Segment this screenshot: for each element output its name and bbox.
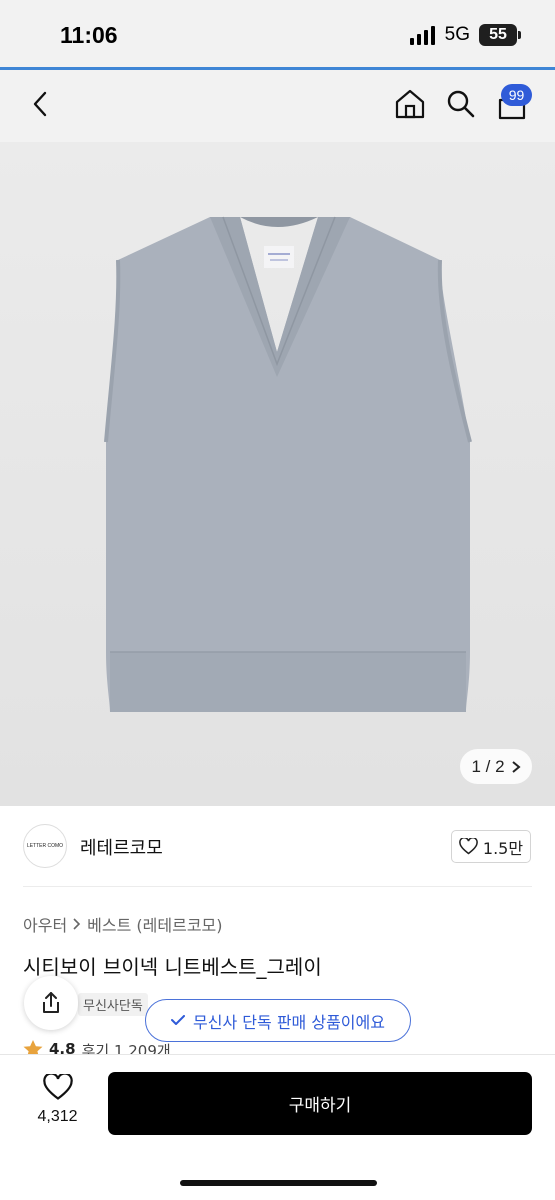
rating-score: 4.8	[49, 1040, 76, 1054]
star-icon	[23, 1040, 43, 1054]
status-bar: 11:06 5G 55	[0, 0, 555, 68]
brand-logo[interactable]: LETTER COMO	[23, 824, 67, 868]
product-image[interactable]	[0, 142, 555, 806]
battery-level: 55	[489, 26, 507, 43]
vest-image	[104, 216, 472, 712]
wish-button[interactable]	[30, 1072, 85, 1105]
share-button[interactable]	[24, 976, 78, 1030]
brand-like-count: 1.5만	[482, 838, 524, 858]
battery-icon: 55	[479, 24, 521, 46]
network-label: 5G	[444, 24, 470, 45]
exclusive-tooltip-text: 무신사 단독 판매 상품이에요	[193, 1012, 385, 1032]
heart-icon	[42, 1072, 73, 1100]
back-icon[interactable]	[28, 90, 54, 118]
breadcrumb-subcategory[interactable]: 베스트 (레테르코모)	[87, 912, 222, 936]
brand-logo-text: LETTER COMO	[26, 843, 64, 849]
section-divider	[23, 886, 532, 887]
chevron-right-icon	[73, 918, 81, 930]
exclusive-tooltip: 무신사 단독 판매 상품이에요	[145, 999, 411, 1042]
share-icon	[43, 992, 59, 1013]
status-time: 11:06	[60, 22, 118, 48]
home-indicator	[180, 1180, 377, 1186]
chevron-right-icon	[511, 760, 521, 773]
buy-button[interactable]: 구매하기	[108, 1072, 532, 1135]
wish-count: 4,312	[37, 1108, 78, 1125]
check-icon	[171, 1015, 186, 1025]
status-indicators: 5G 55	[409, 24, 521, 46]
exclusive-tag: 무신사단독	[78, 993, 148, 1016]
signal-icon	[409, 25, 435, 45]
gallery-page-text: 1 / 2	[471, 756, 505, 776]
product-title: 시티보이 브이넥 니트베스트_그레이	[23, 955, 322, 979]
review-count: 후기 1,209개	[81, 1042, 171, 1054]
home-icon[interactable]	[394, 88, 426, 120]
breadcrumb-category[interactable]: 아우터	[23, 912, 67, 936]
heart-icon	[459, 838, 478, 855]
breadcrumb: 아우터 베스트 (레테르코모)	[23, 912, 223, 936]
gallery-page-indicator[interactable]: 1 / 2	[460, 749, 532, 784]
cart-count-badge: 99	[501, 84, 532, 106]
rating-row[interactable]: 4.8 후기 1,209개	[23, 1040, 171, 1054]
brand-name[interactable]: 레테르코모	[80, 834, 163, 860]
brand-like-button[interactable]: 1.5만	[451, 830, 531, 863]
search-icon[interactable]	[446, 89, 476, 119]
